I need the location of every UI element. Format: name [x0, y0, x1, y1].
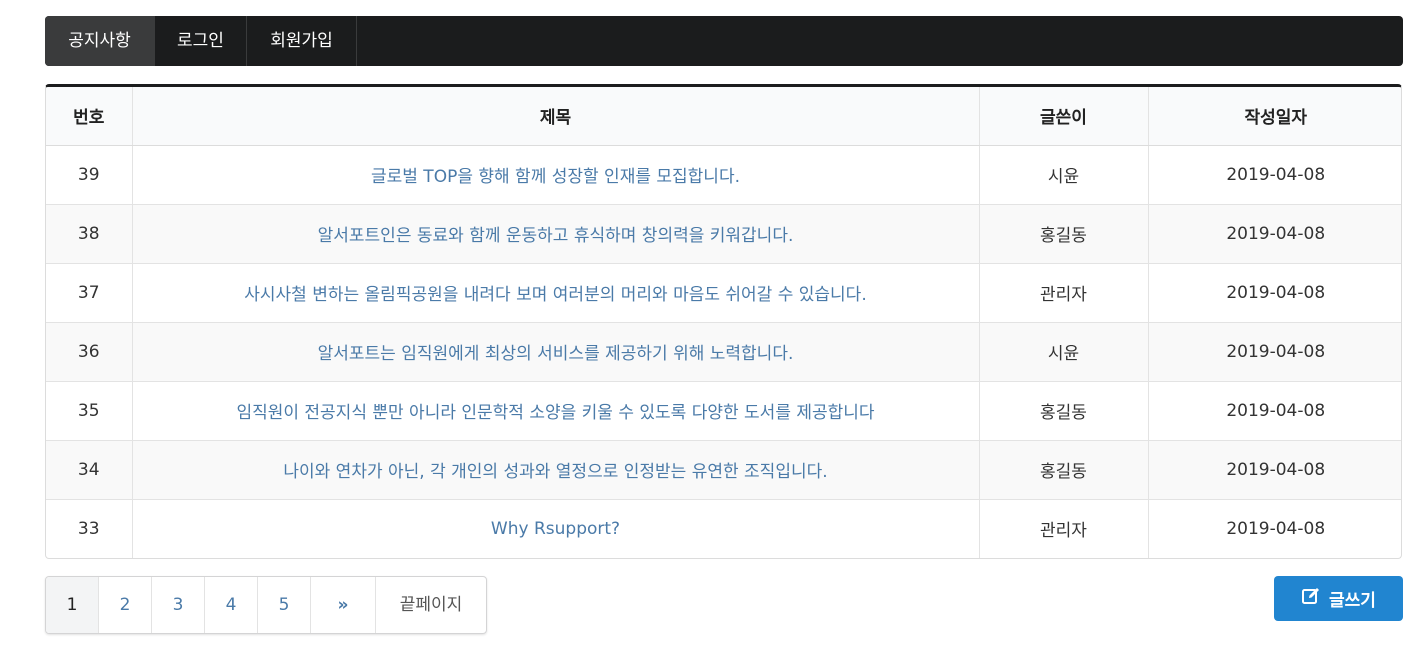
row-writer: 관리자	[979, 263, 1149, 323]
header-date: 작성일자	[1148, 87, 1401, 146]
page-5-button[interactable]: 5	[258, 577, 311, 633]
row-title-cell: Why Rsupport?	[132, 499, 980, 558]
row-number: 36	[46, 322, 133, 382]
row-title-cell: 알서포트는 임직원에게 최상의 서비스를 제공하기 위해 노력합니다.	[132, 322, 980, 382]
row-number: 39	[46, 145, 133, 205]
table-row: 38 알서포트인은 동료와 함께 운동하고 휴식하며 창의력을 키워갑니다. 홍…	[46, 204, 1401, 264]
edit-icon	[1301, 586, 1321, 611]
notice-table: 번호 제목 글쓴이 작성일자 39 글로벌 TOP을 향해 함께 성장할 인재를…	[45, 84, 1402, 559]
post-title-link[interactable]: Why Rsupport?	[491, 519, 620, 539]
table-row: 36 알서포트는 임직원에게 최상의 서비스를 제공하기 위해 노력합니다. 시…	[46, 322, 1401, 382]
row-writer: 시윤	[979, 145, 1149, 205]
post-title-link[interactable]: 사시사철 변하는 올림픽공원을 내려다 보며 여러분의 머리와 마음도 쉬어갈 …	[244, 285, 866, 305]
table-header-row: 번호 제목 글쓴이 작성일자	[46, 87, 1401, 146]
nav-item-notice[interactable]: 공지사항	[45, 16, 155, 66]
row-number: 34	[46, 440, 133, 500]
post-title-link[interactable]: 글로벌 TOP을 향해 함께 성장할 인재를 모집합니다.	[371, 167, 740, 187]
row-writer: 시윤	[979, 322, 1149, 382]
row-date: 2019-04-08	[1148, 263, 1401, 323]
row-date: 2019-04-08	[1148, 440, 1401, 500]
row-title-cell: 사시사철 변하는 올림픽공원을 내려다 보며 여러분의 머리와 마음도 쉬어갈 …	[132, 263, 980, 323]
row-number: 35	[46, 381, 133, 441]
row-date: 2019-04-08	[1148, 381, 1401, 441]
post-title-link[interactable]: 나이와 연차가 아닌, 각 개인의 성과와 열정으로 인정받는 유연한 조직입니…	[283, 462, 827, 482]
row-title-cell: 알서포트인은 동료와 함께 운동하고 휴식하며 창의력을 키워갑니다.	[132, 204, 980, 264]
row-number: 38	[46, 204, 133, 264]
table-row: 39 글로벌 TOP을 향해 함께 성장할 인재를 모집합니다. 시윤 2019…	[46, 145, 1401, 205]
table-row: 34 나이와 연차가 아닌, 각 개인의 성과와 열정으로 인정받는 유연한 조…	[46, 440, 1401, 500]
row-writer: 홍길동	[979, 381, 1149, 441]
row-date: 2019-04-08	[1148, 204, 1401, 264]
header-writer: 글쓴이	[979, 87, 1149, 146]
page-2-button[interactable]: 2	[99, 577, 152, 633]
page-4-button[interactable]: 4	[205, 577, 258, 633]
post-title-link[interactable]: 임직원이 전공지식 뿐만 아니라 인문학적 소양을 키울 수 있도록 다양한 도…	[236, 403, 874, 423]
write-button[interactable]: 글쓰기	[1274, 576, 1403, 621]
row-number: 33	[46, 499, 133, 558]
table-row: 35 임직원이 전공지식 뿐만 아니라 인문학적 소양을 키울 수 있도록 다양…	[46, 381, 1401, 441]
page-3-button[interactable]: 3	[152, 577, 205, 633]
next-page-button[interactable]: »	[311, 577, 376, 633]
last-page-button[interactable]: 끝페이지	[376, 577, 486, 633]
page-1-button[interactable]: 1	[46, 577, 99, 633]
header-number: 번호	[46, 87, 133, 146]
post-title-link[interactable]: 알서포트인은 동료와 함께 운동하고 휴식하며 창의력을 키워갑니다.	[318, 226, 794, 246]
write-button-label: 글쓰기	[1329, 591, 1376, 611]
post-title-link[interactable]: 알서포트는 임직원에게 최상의 서비스를 제공하기 위해 노력합니다.	[318, 344, 794, 364]
row-date: 2019-04-08	[1148, 322, 1401, 382]
row-title-cell: 나이와 연차가 아닌, 각 개인의 성과와 열정으로 인정받는 유연한 조직입니…	[132, 440, 980, 500]
nav-item-login[interactable]: 로그인	[155, 16, 247, 66]
row-writer: 관리자	[979, 499, 1149, 558]
row-title-cell: 임직원이 전공지식 뿐만 아니라 인문학적 소양을 키울 수 있도록 다양한 도…	[132, 381, 980, 441]
table-row: 33 Why Rsupport? 관리자 2019-04-08	[46, 499, 1401, 558]
row-title-cell: 글로벌 TOP을 향해 함께 성장할 인재를 모집합니다.	[132, 145, 980, 205]
top-navbar: 공지사항 로그인 회원가입	[45, 16, 1403, 66]
row-writer: 홍길동	[979, 440, 1149, 500]
table-row: 37 사시사철 변하는 올림픽공원을 내려다 보며 여러분의 머리와 마음도 쉬…	[46, 263, 1401, 323]
nav-item-signup[interactable]: 회원가입	[247, 16, 357, 66]
row-date: 2019-04-08	[1226, 518, 1326, 539]
header-title: 제목	[132, 87, 980, 146]
pagination: 1 2 3 4 5 » 끝페이지	[45, 576, 487, 634]
row-writer: 홍길동	[979, 204, 1149, 264]
row-number: 37	[46, 263, 133, 323]
row-date: 2019-04-08	[1148, 145, 1401, 205]
